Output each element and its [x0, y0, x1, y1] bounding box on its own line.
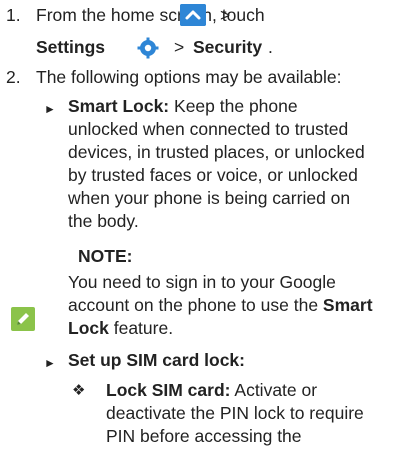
lock-sim-item: Lock SIM card: Activate or deactivate th… — [106, 379, 364, 448]
smart-lock-line: devices, in trusted places, or unlocked — [68, 142, 365, 162]
lock-sim-line: deactivate the PIN lock to require — [106, 403, 364, 423]
step-1-period: . — [268, 37, 273, 57]
step-1-separator: > — [220, 5, 231, 25]
note-pencil-icon — [11, 307, 35, 331]
note-body: You need to sign in to your Google accou… — [68, 271, 373, 340]
lock-sim-bullet: ❖ — [72, 382, 86, 399]
smart-lock-title: Smart Lock: — [68, 96, 170, 116]
settings-gear-icon — [136, 36, 160, 60]
note-smart-lock-bold: Smart — [322, 295, 373, 315]
home-arrow-icon — [180, 4, 206, 26]
step-1-text: From the home screen, touch — [36, 5, 265, 25]
settings-label: Settings — [36, 37, 106, 57]
note-title: NOTE: — [78, 246, 133, 266]
smart-lock-line: the body. — [68, 211, 139, 231]
lock-sim-title: Lock SIM card: — [106, 380, 231, 400]
smart-lock-bullet: ► — [44, 102, 56, 116]
sim-lock-bullet: ► — [44, 356, 56, 370]
security-label: Security — [193, 37, 263, 57]
sim-lock-title: Set up SIM card lock: — [68, 350, 245, 370]
lock-sim-line: PIN before accessing the — [106, 426, 302, 446]
note-line: You need to sign in to your Google — [68, 272, 336, 292]
step-1-number: 1. — [6, 5, 21, 25]
note-lock-bold: Lock — [68, 318, 109, 338]
smart-lock-line: unlocked when connected to trusted — [68, 119, 349, 139]
note-line: account on the phone to use the — [68, 295, 323, 315]
breadcrumb-separator: > — [174, 37, 185, 57]
smart-lock-line1: Keep the phone — [174, 96, 298, 116]
smart-lock-line: by trusted faces or voice, or unlocked — [68, 165, 358, 185]
note-line: feature. — [108, 318, 174, 338]
smart-lock-line: when your phone is being carried on — [68, 188, 351, 208]
step-2-number: 2. — [6, 67, 21, 87]
lock-sim-line1: Activate or — [234, 380, 318, 400]
smart-lock-item: Smart Lock: Keep the phone unlocked when… — [68, 95, 365, 233]
step-2-text: The following options may be available: — [36, 67, 342, 87]
